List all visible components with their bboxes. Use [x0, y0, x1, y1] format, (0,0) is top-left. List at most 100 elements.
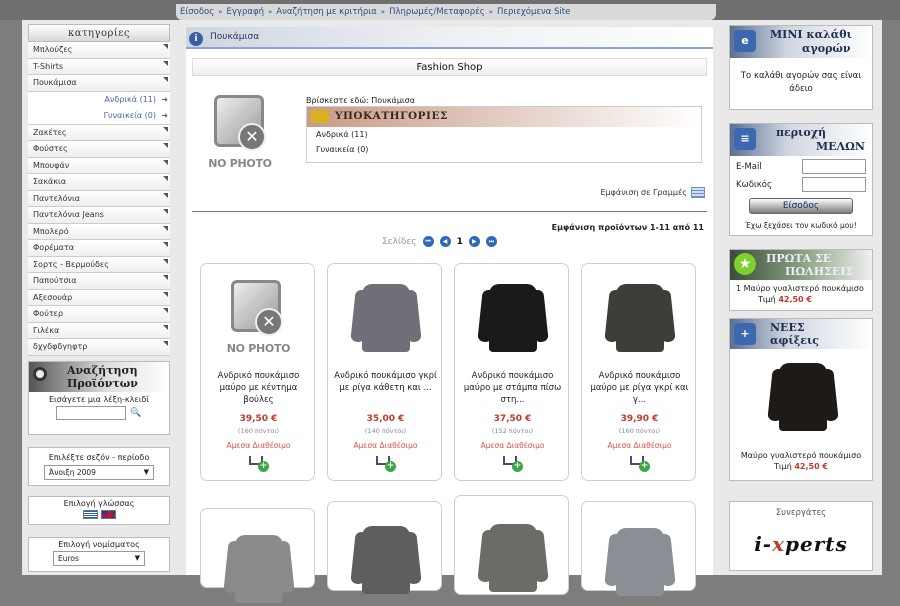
add-to-cart-icon[interactable]: +: [376, 454, 396, 472]
forgot-password-link[interactable]: Έχω ξεχάσει τον κωδικό μου!: [730, 214, 872, 235]
product-image[interactable]: [475, 276, 550, 361]
bestseller-price-row: Τιμή 42,50 €: [730, 295, 872, 310]
nav-advanced-search[interactable]: Αναζήτηση με κριτήρια: [276, 7, 377, 17]
category-item[interactable]: Σακάκια: [28, 174, 170, 191]
bestsellers-subtitle: ΠΩΛΗΣΕΙΣ: [785, 265, 854, 278]
category-item[interactable]: Γιλέκα: [28, 322, 170, 339]
add-to-cart-icon[interactable]: +: [503, 454, 523, 472]
subcategory-link[interactable]: Ανδρικά (11): [307, 127, 701, 142]
product-name[interactable]: Ανδρικό πουκάμισο μαύρο με στάμπα πίσω σ…: [459, 370, 566, 406]
currency-select[interactable]: Euros ▼: [53, 550, 145, 566]
breadcrumb: Βρίσκεστε εδώ: Πουκάμισα: [306, 96, 415, 105]
subcategory-item[interactable]: Γυναικεία (0) ➜: [28, 108, 170, 125]
plus-icon: +: [734, 323, 756, 345]
product-image[interactable]: ✕ NO PHOTO: [221, 276, 296, 361]
shirt-image: [489, 524, 537, 592]
email-field[interactable]: [802, 159, 866, 174]
category-item[interactable]: Φορέματα: [28, 240, 170, 257]
add-to-cart-icon[interactable]: +: [630, 454, 650, 472]
category-label: Γιλέκα: [33, 325, 60, 335]
search-row: 🔍: [29, 405, 169, 434]
partner-logo[interactable]: i-xperts: [730, 532, 872, 556]
list-view-icon[interactable]: [691, 187, 705, 198]
subcategory-item[interactable]: Ανδρικά (11) ➜: [28, 91, 170, 108]
password-row: Κωδικός: [730, 174, 872, 192]
corner-arrow-icon: [163, 60, 168, 66]
divider: [192, 211, 707, 212]
greek-flag-icon[interactable]: [82, 509, 98, 519]
product-name[interactable]: Ανδρικό πουκάμισο μαύρο με κέντημα βούλε…: [205, 370, 312, 406]
category-item[interactable]: δχγδφδγηφτρ: [28, 339, 170, 356]
current-page: 1: [456, 236, 463, 247]
email-label: E-Mail: [736, 161, 762, 172]
category-item[interactable]: Αξεσουάρ: [28, 289, 170, 306]
product-image[interactable]: [348, 276, 423, 361]
product-availability: Αμεσα Διαθέσιμο: [226, 441, 291, 450]
corner-arrow-icon: [163, 324, 168, 330]
next-page-icon[interactable]: ▶: [468, 236, 480, 247]
category-item[interactable]: Παπούτσια: [28, 273, 170, 290]
plus-icon: +: [385, 461, 396, 472]
login-button[interactable]: Είσοδος: [749, 198, 853, 214]
product-card[interactable]: Ανδρικό πουκάμισο μαύρο με στάμπα πίσω σ…: [454, 263, 569, 481]
product-image[interactable]: [348, 514, 423, 599]
category-item[interactable]: Μπλούζες: [28, 42, 170, 59]
nav-site-contents[interactable]: Περιεχόμενα Site: [497, 7, 570, 17]
new-arrival-price-row: Τιμή 42,50 €: [730, 462, 872, 480]
category-item[interactable]: Φούστες: [28, 141, 170, 158]
nav-login[interactable]: Είσοδος: [180, 7, 214, 17]
category-label: Παντελόνια Jeans: [33, 210, 104, 219]
product-card[interactable]: ✕ NO PHOTO Ανδρικό πουκάμισο μαύρο με κέ…: [200, 263, 315, 481]
bestseller-item[interactable]: 1 Μαύρο γυαλιστερό πουκάμισο: [730, 280, 872, 295]
star-icon: ★: [734, 253, 756, 275]
product-image[interactable]: [475, 508, 550, 593]
search-label: Εισάγετε μια λέξη-κλειδί: [48, 394, 150, 404]
product-name[interactable]: Ανδρικό πουκάμισο γκρί με ρίγα κάθετη κα…: [332, 370, 439, 394]
subcategory-link[interactable]: Γυναικεία (0): [307, 142, 701, 157]
category-item[interactable]: Σορτς - Βερμούδες: [28, 256, 170, 273]
product-image[interactable]: [602, 514, 677, 599]
category-label: Σακάκια: [33, 177, 67, 186]
subcategory-label: Γυναικεία (0): [103, 111, 156, 120]
uk-flag-icon[interactable]: [100, 509, 116, 519]
nav-payments[interactable]: Πληρωμές/Μεταφορές: [389, 7, 485, 17]
shirt-image: [616, 284, 664, 352]
corner-arrow-icon: [163, 159, 168, 165]
product-card[interactable]: Ανδρικό πουκάμισο μαύρο με ρίγα γκρί και…: [581, 263, 696, 481]
category-label: Μπολερό: [33, 226, 69, 236]
category-item[interactable]: Μπολερό: [28, 223, 170, 240]
product-image[interactable]: [221, 521, 296, 606]
view-as-rows[interactable]: Εμφάνιση σε Γραμμές: [601, 187, 705, 198]
pages-label: Σελίδες: [382, 236, 417, 247]
last-page-icon[interactable]: ⏭: [485, 236, 497, 247]
prev-page-icon[interactable]: ◀: [439, 236, 451, 247]
product-card[interactable]: [454, 495, 569, 595]
category-label: Φορέματα: [33, 243, 75, 252]
product-card[interactable]: [581, 501, 696, 596]
product-image[interactable]: [602, 276, 677, 361]
category-item[interactable]: Ζακέτες: [28, 124, 170, 141]
season-select[interactable]: Άνοιξη 2009 ▼: [44, 464, 154, 480]
category-item[interactable]: Παντελόνια: [28, 190, 170, 207]
category-item[interactable]: Φούτερ: [28, 306, 170, 323]
arrow-right-icon: ➜: [161, 111, 168, 120]
first-page-icon[interactable]: ⏮: [422, 236, 434, 247]
category-item[interactable]: Μπουφάν: [28, 157, 170, 174]
product-name[interactable]: Ανδρικό πουκάμισο μαύρο με ρίγα γκρί και…: [586, 370, 693, 406]
product-card[interactable]: [327, 501, 442, 594]
new-arrival-name[interactable]: Μαύρο γυαλιστερό πουκάμισο: [730, 447, 872, 462]
product-card[interactable]: [200, 508, 315, 603]
add-to-cart-icon[interactable]: +: [249, 454, 269, 472]
bestseller-name[interactable]: Μαύρο γυαλιστερό πουκάμισο: [744, 284, 864, 293]
category-item[interactable]: T-Shirts: [28, 58, 170, 75]
cart-icon: e: [734, 30, 756, 52]
search-go-icon[interactable]: 🔍: [130, 408, 141, 418]
category-item[interactable]: Παντελόνια Jeans: [28, 207, 170, 224]
nav-register[interactable]: Εγγραφή: [227, 7, 264, 17]
category-item-active[interactable]: Πουκάμισα: [28, 75, 170, 92]
new-arrival-image[interactable]: [761, 357, 841, 447]
product-availability: Αμεσα Διαθέσιμο: [480, 441, 545, 450]
product-card[interactable]: Ανδρικό πουκάμισο γκρί με ρίγα κάθετη κα…: [327, 263, 442, 481]
password-field[interactable]: [802, 177, 866, 192]
search-input[interactable]: [56, 405, 127, 420]
